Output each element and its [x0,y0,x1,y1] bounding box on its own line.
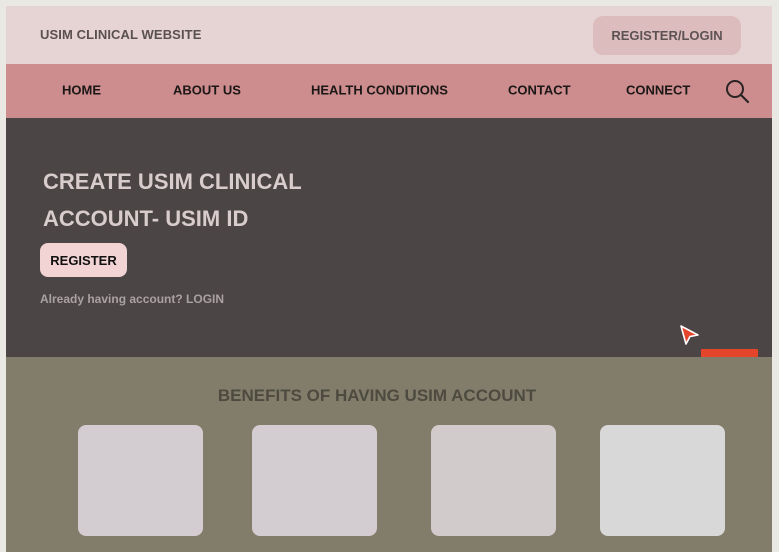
benefits-section: BENEFITS OF HAVING USIM ACCOUNT [6,357,772,552]
register-button[interactable]: REGISTER [40,243,127,277]
top-header: USIM CLINICAL WEBSITE REGISTER/LOGIN [6,6,772,64]
hero-title-line-2: ACCOUNT- USIM ID [43,206,249,231]
hero-title: CREATE USIM CLINICAL ACCOUNT- USIM ID [43,163,363,237]
nav-item-health-conditions[interactable]: HEALTH CONDITIONS [311,83,448,98]
benefit-card-1 [78,425,203,536]
hero-section: CREATE USIM CLINICAL ACCOUNT- USIM ID RE… [6,118,772,371]
login-link[interactable]: LOGIN [186,292,224,306]
nav-item-connect[interactable]: CONNECT [626,83,690,98]
site-title: USIM CLINICAL WEBSITE [40,27,202,42]
benefit-card-4 [600,425,725,536]
page-frame: USIM CLINICAL WEBSITE REGISTER/LOGIN HOM… [6,6,772,552]
login-prompt-text: Already having account? [40,292,183,306]
pointer-cursor-icon [680,325,699,345]
benefits-title: BENEFITS OF HAVING USIM ACCOUNT [217,386,537,405]
register-login-button[interactable]: REGISTER/LOGIN [593,16,741,55]
search-icon[interactable] [724,78,750,104]
benefit-card-3 [431,425,556,536]
nav-item-home[interactable]: HOME [62,83,101,98]
main-navigation: HOME ABOUT US HEALTH CONDITIONS CONTACT … [6,64,772,118]
hero-title-line-1: CREATE USIM CLINICAL [43,169,302,194]
nav-item-contact[interactable]: CONTACT [508,83,571,98]
login-prompt: Already having account? LOGIN [40,292,224,306]
nav-item-about-us[interactable]: ABOUT US [173,83,241,98]
benefit-card-2 [252,425,377,536]
